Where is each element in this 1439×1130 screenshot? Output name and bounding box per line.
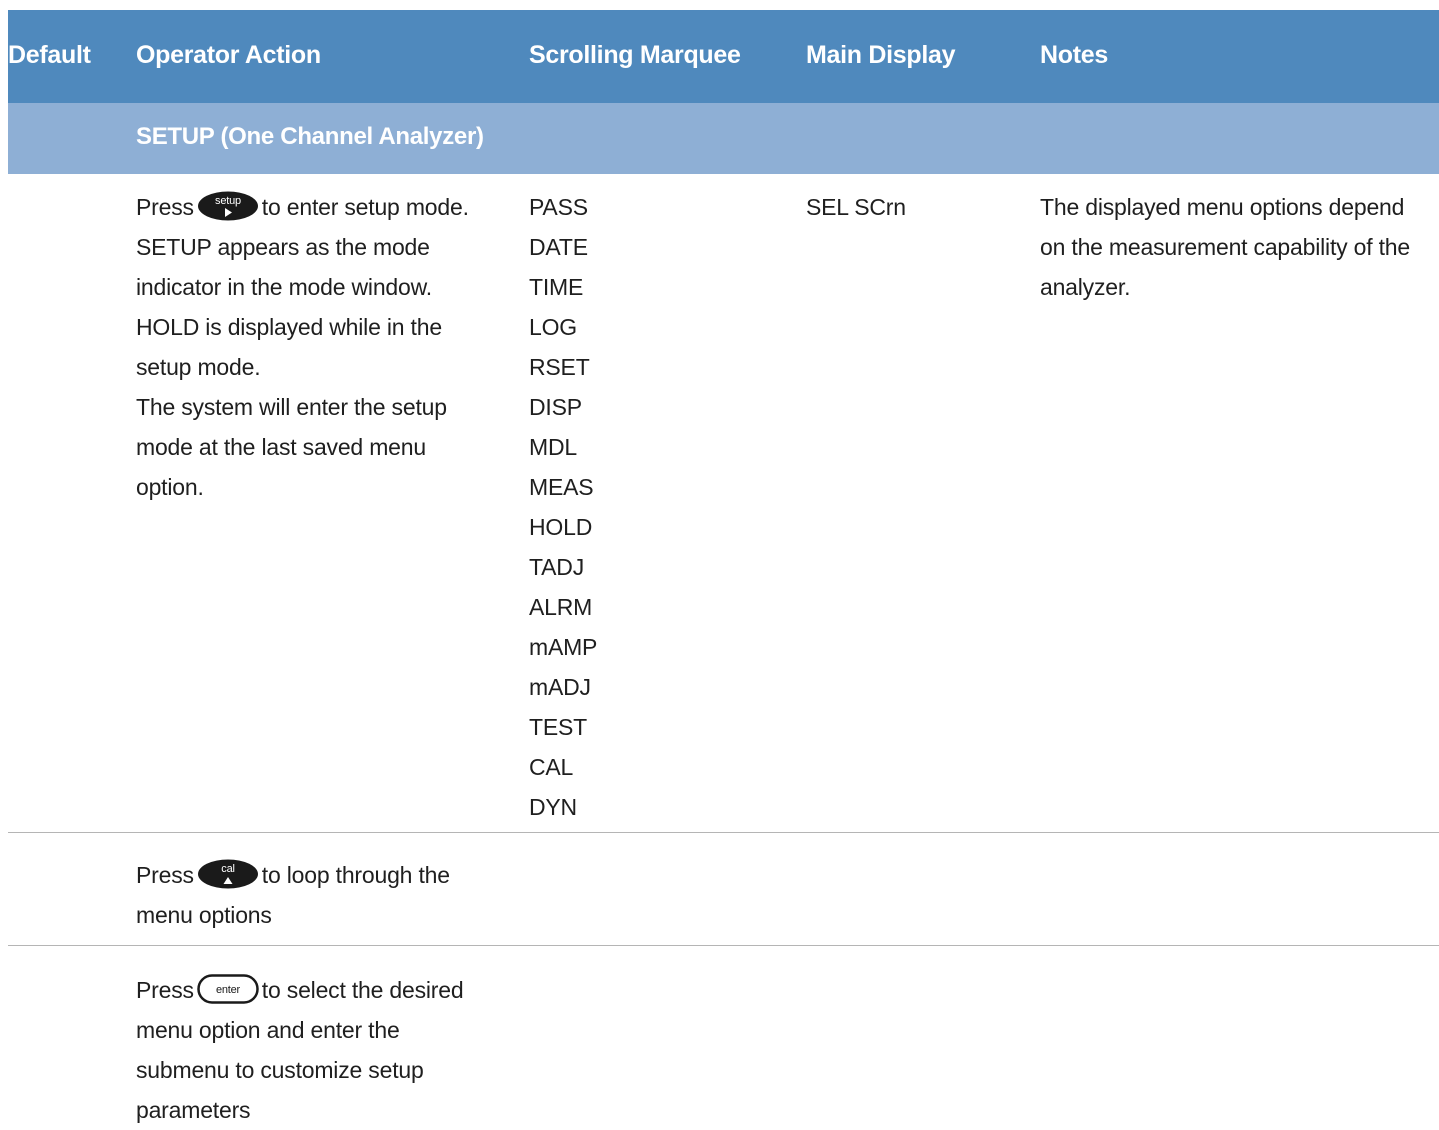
- notes-line: on the measurement capability of the: [1040, 234, 1410, 260]
- header-scrolling-marquee: Scrolling Marquee: [529, 41, 741, 69]
- action-line: mode at the last saved menu: [136, 434, 426, 460]
- action-line: parameters: [136, 1097, 251, 1123]
- scrolling-marquee-cell: PASS DATE TIME LOG RSET DISP MDL MEAS HO…: [529, 187, 597, 827]
- notes-line: The displayed menu options depend: [1040, 194, 1405, 220]
- marquee-item: TADJ: [529, 554, 584, 580]
- marquee-item: MEAS: [529, 474, 594, 500]
- marquee-item: TEST: [529, 714, 587, 740]
- action-line: setup mode.: [136, 354, 261, 380]
- press-label: Press: [136, 194, 194, 220]
- table-row: Press cal to loop through the menu optio…: [8, 833, 1439, 946]
- svg-text:cal: cal: [221, 863, 234, 875]
- action-line-1: to enter setup mode.: [261, 194, 469, 220]
- header-default: Default: [8, 41, 91, 69]
- main-display-cell: SEL SCrn: [806, 187, 906, 227]
- main-display-value: SEL SCrn: [806, 194, 906, 220]
- marquee-item: mADJ: [529, 674, 591, 700]
- marquee-item: TIME: [529, 274, 584, 300]
- action-line: menu options: [136, 902, 272, 928]
- marquee-item: mAMP: [529, 634, 598, 660]
- action-line-1: to loop through the: [261, 862, 450, 888]
- action-line: SETUP appears as the mode: [136, 234, 430, 260]
- marquee-item: RSET: [529, 354, 590, 380]
- marquee-item: ALRM: [529, 594, 593, 620]
- action-line: option.: [136, 474, 204, 500]
- marquee-item: HOLD: [529, 514, 593, 540]
- marquee-item: MDL: [529, 434, 577, 460]
- table-row: Press setup to enter setup mode. SETUP a…: [8, 174, 1439, 833]
- cal-button-icon: cal: [197, 859, 259, 889]
- header-operator-action: Operator Action: [136, 41, 321, 69]
- press-label: Press: [136, 977, 194, 1003]
- action-line: indicator in the mode window.: [136, 274, 432, 300]
- notes-cell: The displayed menu options depend on the…: [1040, 187, 1410, 307]
- table-header: Default Operator Action Scrolling Marque…: [8, 10, 1439, 103]
- press-label: Press: [136, 862, 194, 888]
- action-line-1: to select the desired: [261, 977, 464, 1003]
- operator-action-cell: Press cal to loop through the menu optio…: [136, 855, 450, 935]
- marquee-item: DATE: [529, 234, 588, 260]
- header-notes: Notes: [1040, 41, 1108, 69]
- action-line: The system will enter the setup: [136, 394, 447, 420]
- action-line: submenu to customize setup: [136, 1057, 424, 1083]
- marquee-item: CAL: [529, 754, 574, 780]
- marquee-item: DISP: [529, 394, 582, 420]
- header-main-display: Main Display: [806, 41, 956, 69]
- section-header: SETUP (One Channel Analyzer): [8, 103, 1439, 174]
- menu-table: Default Operator Action Scrolling Marque…: [8, 10, 1439, 1123]
- operator-action-cell: Press enter to select the desired menu o…: [136, 970, 464, 1130]
- svg-text:setup: setup: [215, 195, 241, 207]
- marquee-item: LOG: [529, 314, 577, 340]
- setup-button-icon: setup: [197, 191, 259, 221]
- operator-action-cell: Press setup to enter setup mode. SETUP a…: [136, 187, 516, 507]
- action-line: menu option and enter the: [136, 1017, 400, 1043]
- action-line: HOLD is displayed while in the: [136, 314, 442, 340]
- svg-text:enter: enter: [216, 984, 241, 996]
- table-row: Press enter to select the desired menu o…: [8, 946, 1439, 1123]
- marquee-item: DYN: [529, 794, 577, 820]
- section-title: SETUP (One Channel Analyzer): [136, 123, 484, 150]
- enter-button-icon: enter: [197, 974, 259, 1004]
- notes-line: analyzer.: [1040, 274, 1131, 300]
- marquee-item: PASS: [529, 194, 588, 220]
